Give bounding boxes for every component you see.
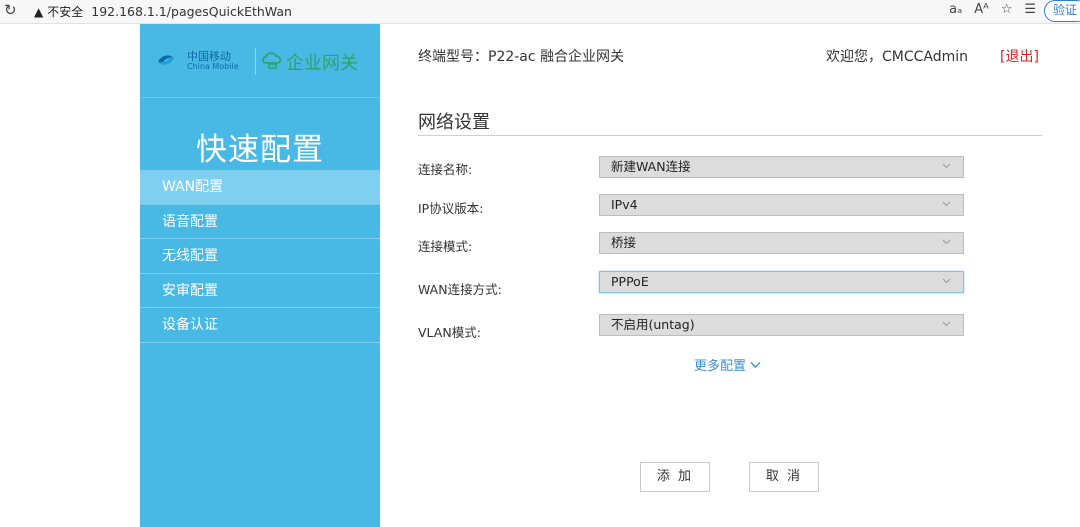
label-connection-mode: 连接模式: [418,239,473,254]
wan-connection-type-value: PPPoE [611,274,649,289]
logout-link[interactable]: [退出] [1000,46,1039,66]
more-config-label: 更多配置 [694,359,747,374]
sidebar-item-security-audit[interactable]: 安审配置 [140,274,380,308]
connection-name-value: 新建WAN连接 [611,159,691,174]
read-aloud-icon[interactable]: Aᴬ [974,2,989,17]
more-config-link[interactable]: 更多配置 [694,355,761,374]
sidebar: 中国移动 China Mobile 企业网关 快速配置 WAN配置 语音配置 无… [140,24,380,527]
label-vlan-mode: VLAN模式: [418,325,481,340]
chevron-down-icon [942,239,951,245]
sidebar-title: 快速配置 [196,132,324,168]
cloud-icon [262,52,282,69]
vlan-mode-select[interactable]: 不启用(untag) [599,314,964,336]
connection-mode-select[interactable]: 桥接 [599,232,964,254]
favorites-list-icon[interactable]: ☰ [1024,2,1036,17]
favorite-star-icon[interactable]: ☆ [1001,2,1013,17]
connection-name-select[interactable]: 新建WAN连接 [599,156,964,178]
url-text[interactable]: 192.168.1.1/pagesQuickEthWan [91,4,292,19]
device-model: 终端型号：P22-ac 融合企业网关 [418,49,625,65]
browser-toolbar: ↻ ▲ 不安全 192.168.1.1/pagesQuickEthWan aₐ … [0,0,1080,24]
cancel-button[interactable]: 取 消 [749,462,819,492]
section-divider [418,135,1042,136]
warning-icon[interactable]: ▲ [34,5,43,19]
ip-version-value: IPv4 [611,197,638,212]
china-mobile-logo-icon [158,55,174,65]
chevron-down-icon [750,361,761,368]
address-bar[interactable]: ▲ 不安全 192.168.1.1/pagesQuickEthWan [28,0,1040,23]
label-connection-name: 连接名称: [418,162,473,177]
wan-connection-type-select[interactable]: PPPoE [599,271,964,293]
chevron-down-icon [942,278,951,284]
add-button[interactable]: 添 加 [640,462,710,492]
sidebar-item-device-auth[interactable]: 设备认证 [140,308,380,343]
label-ip-version: IP协议版本: [418,201,484,216]
logo-area: 中国移动 China Mobile 企业网关 [140,24,380,98]
sidebar-menu: WAN配置 语音配置 无线配置 安审配置 设备认证 [140,170,380,343]
label-wan-connection-type: WAN连接方式: [418,282,502,297]
logo-en: China Mobile [187,62,239,71]
reload-icon[interactable]: ↻ [4,1,17,19]
security-label[interactable]: 不安全 [47,3,83,20]
chevron-down-icon [942,201,951,207]
verify-button[interactable]: 验证 [1044,0,1080,22]
connection-mode-value: 桥接 [611,235,637,250]
sidebar-item-wireless[interactable]: 无线配置 [140,239,380,274]
translate-icon[interactable]: aₐ [949,2,962,17]
browser-actions: aₐ Aᴬ ☆ ☰ [949,2,1036,17]
welcome-text: 欢迎您，CMCCAdmin [826,49,969,65]
chevron-down-icon [942,163,951,169]
section-title: 网络设置 [418,112,490,133]
sidebar-item-voice[interactable]: 语音配置 [140,205,380,239]
product-name: 企业网关 [286,53,358,74]
logo-divider [255,48,256,75]
sidebar-item-wan[interactable]: WAN配置 [140,170,380,205]
vlan-mode-value: 不启用(untag) [611,317,695,332]
ip-version-select[interactable]: IPv4 [599,194,964,216]
chevron-down-icon [942,321,951,327]
